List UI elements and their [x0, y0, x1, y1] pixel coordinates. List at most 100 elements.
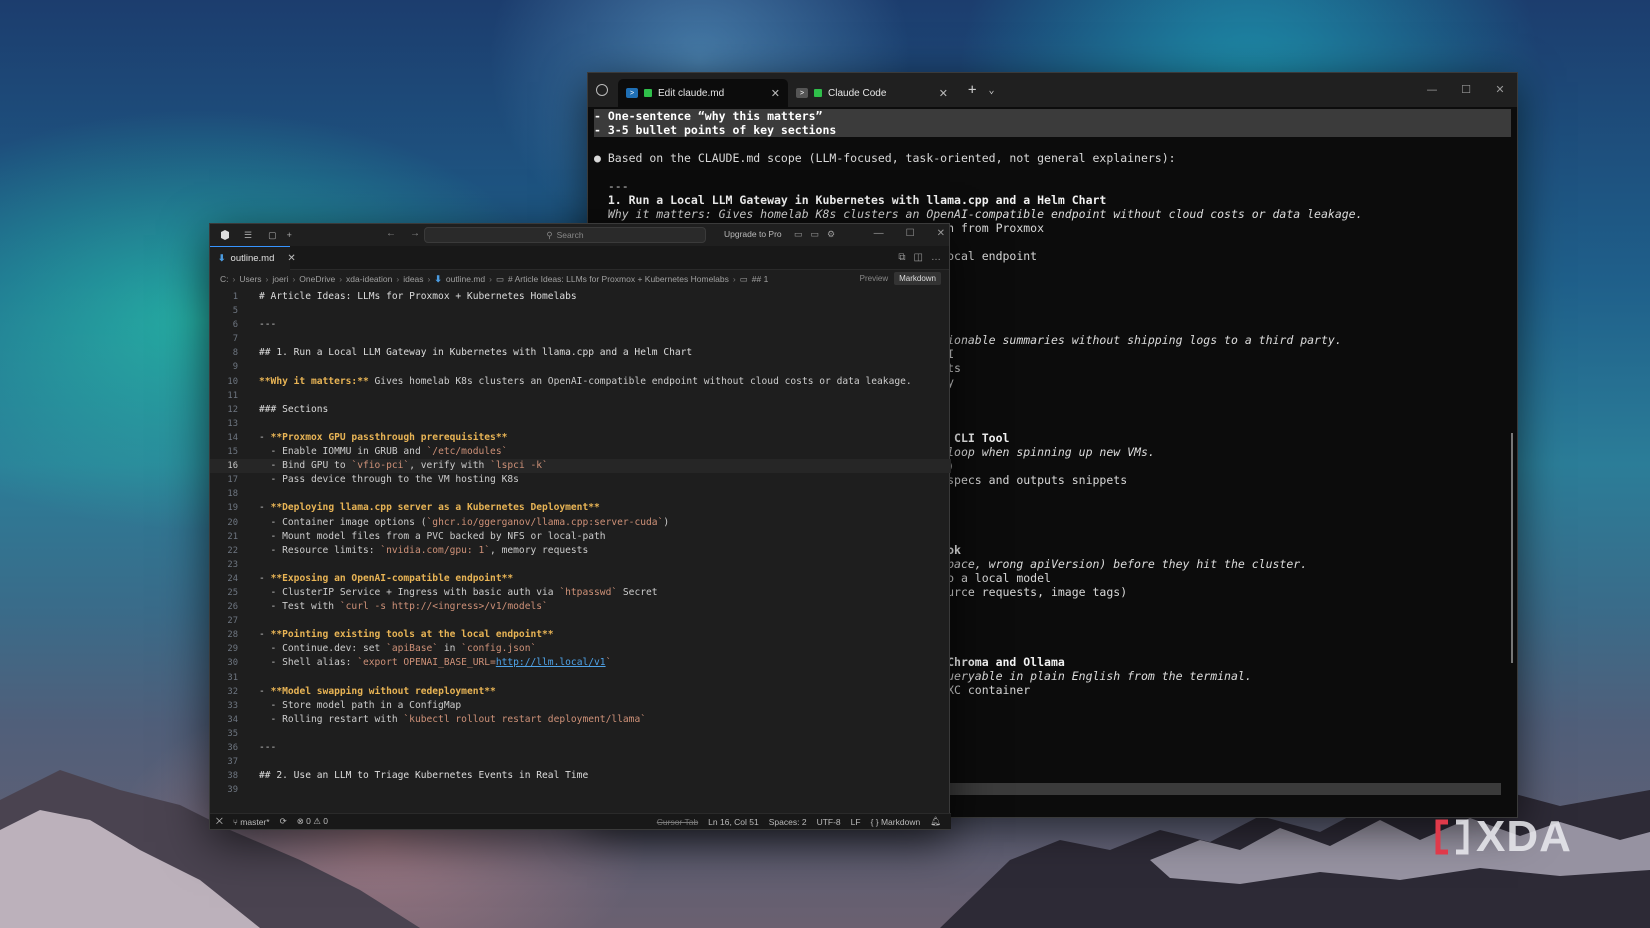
- terminal-line: - One-sentence “why this matters”: [594, 109, 1511, 123]
- back-arrow-icon[interactable]: ←: [386, 228, 396, 239]
- code-line[interactable]: 28 - **Pointing existing tools at the loc…: [210, 628, 951, 642]
- split-editor-icon[interactable]: ◫: [914, 252, 923, 263]
- code-line[interactable]: 1 # Article Ideas: LLMs for Proxmox + Kub…: [210, 290, 951, 304]
- code-line[interactable]: 16 - Bind GPU to `vfio-pci`, verify with…: [210, 459, 951, 474]
- menu-icon[interactable]: ☰: [244, 230, 252, 241]
- line-text: - **Pointing existing tools at the local…: [259, 628, 554, 642]
- problems-indicator[interactable]: ⊗ 0 ⚠ 0: [297, 816, 328, 827]
- more-actions-icon[interactable]: …: [931, 252, 941, 263]
- markdown-button[interactable]: Markdown: [894, 272, 941, 285]
- code-line[interactable]: 34 - Rolling restart with `kubectl rollo…: [210, 713, 951, 727]
- panel-left-icon[interactable]: ▭: [794, 229, 803, 240]
- breadcrumb-item[interactable]: outline.md: [446, 274, 485, 284]
- code-line[interactable]: 10 **Why it matters:** Gives homelab K8s …: [210, 375, 951, 389]
- line-number: 15: [227, 447, 238, 458]
- breadcrumb-item[interactable]: ## 1: [752, 274, 769, 284]
- code-token: `apiBase`: [386, 643, 439, 655]
- code-line[interactable]: 22 - Resource limits: `nvidia.com/gpu: 1…: [210, 544, 951, 558]
- close-window-button[interactable]: ✕: [937, 228, 945, 239]
- code-line[interactable]: 31: [210, 671, 951, 685]
- close-window-button[interactable]: ✕: [1483, 73, 1517, 107]
- code-line[interactable]: 32 - **Model swapping without redeploymen…: [210, 685, 951, 699]
- code-line[interactable]: 24 - **Exposing an OpenAI-compatible endp…: [210, 572, 951, 586]
- code-line[interactable]: 37: [210, 755, 951, 769]
- code-line[interactable]: 36 ---: [210, 741, 951, 755]
- code-line[interactable]: 26 - Test with `curl -s http://<ingress>…: [210, 600, 951, 614]
- code-token: -: [259, 629, 271, 641]
- code-line[interactable]: 33 - Store model path in a ConfigMap: [210, 699, 951, 713]
- line-ending[interactable]: LF: [851, 817, 861, 827]
- code-line[interactable]: 9: [210, 360, 951, 374]
- code-line[interactable]: 19 - **Deploying llama.cpp server as a Ku…: [210, 501, 951, 515]
- breadcrumb-item[interactable]: xda-ideation: [346, 274, 392, 284]
- git-branch[interactable]: ⑂ master*: [233, 817, 270, 827]
- code-line[interactable]: 20 - Container image options (`ghcr.io/g…: [210, 516, 951, 530]
- breadcrumb-item[interactable]: C:: [220, 274, 229, 284]
- plus-icon[interactable]: +: [287, 230, 292, 240]
- code-line[interactable]: 5: [210, 304, 951, 318]
- chat-icon[interactable]: ▢: [268, 230, 277, 241]
- cursor-position[interactable]: Ln 16, Col 51: [708, 817, 759, 827]
- minimize-button[interactable]: —: [1415, 73, 1449, 107]
- code-line[interactable]: 8 ## 1. Run a Local LLM Gateway in Kubern…: [210, 346, 951, 360]
- code-token: `vfio-pci`: [351, 460, 410, 472]
- code-line[interactable]: 13: [210, 417, 951, 431]
- code-line[interactable]: 29 - Continue.dev: set `apiBase` in `con…: [210, 642, 951, 656]
- breadcrumb-item[interactable]: joeri: [272, 274, 288, 284]
- settings-icon[interactable]: ⚙: [827, 229, 835, 240]
- code-token: - Rolling restart with: [259, 713, 404, 725]
- code-line[interactable]: 7: [210, 332, 951, 346]
- code-line[interactable]: 27: [210, 614, 951, 628]
- new-tab-button[interactable]: +: [968, 82, 976, 98]
- breadcrumb-item[interactable]: Users: [239, 274, 261, 284]
- breadcrumb-item[interactable]: OneDrive: [299, 274, 335, 284]
- code-editor[interactable]: 1 # Article Ideas: LLMs for Proxmox + Kub…: [210, 290, 951, 810]
- minimize-button[interactable]: —: [874, 228, 884, 239]
- breadcrumb-item[interactable]: # Article Ideas: LLMs for Proxmox + Kube…: [508, 274, 729, 284]
- sync-icon[interactable]: ⟳: [280, 816, 287, 827]
- maximize-button[interactable]: ☐: [906, 228, 915, 239]
- language-mode[interactable]: { } Markdown: [871, 817, 921, 827]
- code-line[interactable]: 14 - **Proxmox GPU passthrough prerequisi…: [210, 431, 951, 445]
- code-line[interactable]: 30 - Shell alias: `export OPENAI_BASE_UR…: [210, 656, 951, 670]
- line-text: - Shell alias: `export OPENAI_BASE_URL=h…: [259, 656, 612, 670]
- code-token: `config.json`: [461, 643, 537, 655]
- cursor-tab-status[interactable]: Cursor Tab: [657, 817, 698, 827]
- code-line[interactable]: 18: [210, 487, 951, 501]
- search-input[interactable]: ⚲ Search: [424, 227, 706, 243]
- code-token: ## 1. Run a Local LLM Gateway in Kuberne…: [259, 347, 693, 359]
- code-line[interactable]: 35: [210, 727, 951, 741]
- open-preview-icon[interactable]: ⧉: [898, 252, 905, 263]
- tab-edit-claude-md[interactable]: > Edit claude.md ✕: [618, 79, 788, 107]
- code-line[interactable]: 15 - Enable IOMMU in GRUB and `/etc/modu…: [210, 445, 951, 459]
- close-icon[interactable]: ✕: [287, 253, 295, 264]
- code-line[interactable]: 17 - Pass device through to the VM hosti…: [210, 473, 951, 487]
- maximize-button[interactable]: ☐: [1449, 73, 1483, 107]
- code-line[interactable]: 38 ## 2. Use an LLM to Triage Kubernetes …: [210, 769, 951, 783]
- code-token: - Container image options (: [259, 516, 427, 528]
- upgrade-button[interactable]: Upgrade to Pro: [724, 229, 782, 239]
- close-icon[interactable]: ✕: [939, 87, 948, 100]
- code-line[interactable]: 11: [210, 389, 951, 403]
- code-token: `/etc/modules`: [426, 446, 508, 458]
- code-line[interactable]: 12 ### Sections: [210, 403, 951, 417]
- breadcrumb-item[interactable]: ideas: [403, 274, 423, 284]
- indentation[interactable]: Spaces: 2: [769, 817, 807, 827]
- remote-icon[interactable]: ⨉: [216, 816, 223, 827]
- line-text: - **Deploying llama.cpp server as a Kube…: [259, 501, 600, 515]
- chevron-down-icon[interactable]: ⌄: [988, 85, 994, 96]
- code-line[interactable]: 23: [210, 558, 951, 572]
- tab-claude-code[interactable]: > Claude Code ✕: [788, 79, 956, 107]
- scrollbar[interactable]: [1511, 433, 1513, 663]
- code-line[interactable]: 6 ---: [210, 318, 951, 332]
- close-icon[interactable]: ✕: [771, 87, 780, 100]
- panel-bottom-icon[interactable]: ▭: [811, 229, 820, 240]
- encoding[interactable]: UTF-8: [817, 817, 841, 827]
- code-line[interactable]: 39: [210, 783, 951, 797]
- preview-button[interactable]: Preview: [860, 274, 888, 283]
- code-line[interactable]: 25 - ClusterIP Service + Ingress with ba…: [210, 586, 951, 600]
- code-line[interactable]: 21 - Mount model files from a PVC backed…: [210, 530, 951, 544]
- forward-arrow-icon[interactable]: →: [410, 228, 420, 239]
- tab-outline-md[interactable]: ⬇ outline.md ✕: [210, 245, 296, 270]
- bell-icon[interactable]: 🔔︎: [930, 816, 941, 827]
